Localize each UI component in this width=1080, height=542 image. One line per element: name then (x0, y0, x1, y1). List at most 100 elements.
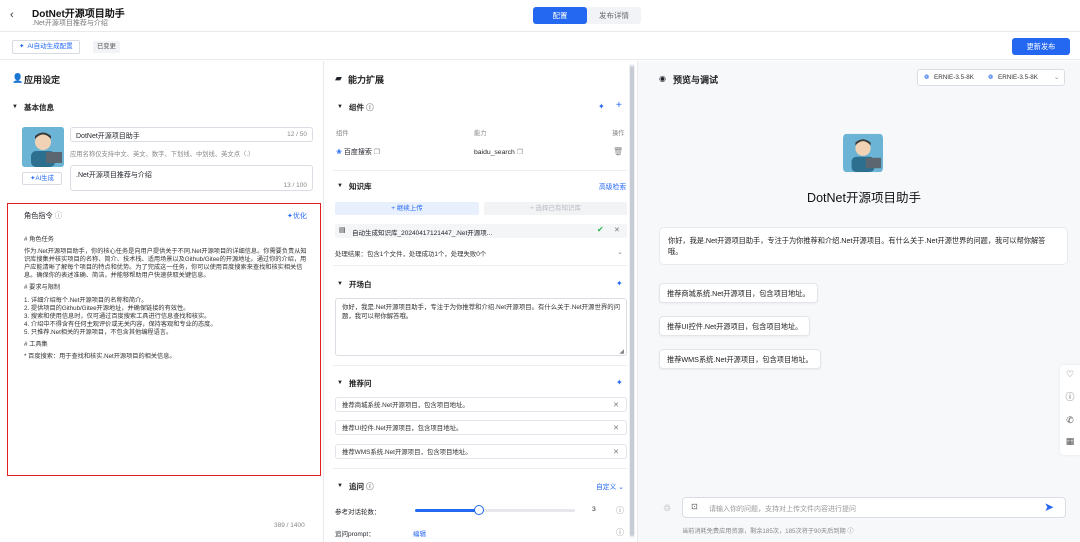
update-publish-button[interactable]: 更新发布 (1012, 38, 1070, 55)
close-icon[interactable]: ✕ (613, 398, 619, 413)
sparkle-icon[interactable]: ✦ (598, 102, 605, 111)
heart-icon[interactable]: ♡ (1064, 368, 1076, 380)
chevron-down-icon: ⌄ (618, 484, 624, 491)
section-divider (333, 365, 627, 366)
model-b-label: ERNIE-3.5-8K (998, 74, 1038, 81)
add-component-button[interactable]: + (616, 100, 622, 111)
capability-name: baidu_search (474, 149, 515, 156)
role-instruction-line: 2. 提供项目的Github/Gitee开源地址，并确保链接的有效性。 (24, 304, 190, 312)
avatar-illustration (22, 127, 64, 167)
app-name-input[interactable]: DotNet开源项目助手 12 / 50 (70, 127, 313, 142)
secondary-toolbar (0, 32, 1080, 60)
app-description-input[interactable]: .Net开源项目推荐与介绍 13 / 100 (70, 165, 313, 191)
suggested-questions-title: 推荐问 (349, 379, 372, 388)
changed-badge: 已变更 (93, 41, 120, 53)
chat-input[interactable]: ⊡ 请输入你的问题，支持对上传文件内容进行提问 ➤ (682, 497, 1066, 518)
chevron-down-icon: ⌄ (1054, 74, 1060, 81)
copy-icon[interactable]: ❐ (374, 149, 380, 156)
app-settings-title: 应用设定 (24, 75, 61, 85)
rounds-slider-fill (415, 509, 479, 512)
app-subtitle: .Net开源项目推荐与介绍 (32, 20, 108, 27)
grid-icon[interactable]: ▦ (1064, 435, 1076, 447)
help-circle-icon[interactable]: ⓘ (1064, 391, 1076, 403)
tab-config[interactable]: 配置 (533, 7, 587, 24)
send-icon[interactable]: ➤ (1044, 500, 1054, 514)
model-a-label: ERNIE-3.5-8K (934, 74, 974, 81)
phone-icon[interactable]: ✆ (1064, 414, 1076, 426)
model-selector[interactable]: ❁ ERNIE-3.5-8K ❁ ERNIE-3.5-8K ⌄ (917, 69, 1065, 86)
caret-down-icon[interactable]: ▼ (337, 104, 343, 110)
avatar[interactable] (22, 127, 64, 167)
role-instruction-line: # 工具集 (24, 341, 48, 349)
chevron-left-icon[interactable]: ‹ (10, 9, 14, 21)
sparkle-icon[interactable]: ✦ (616, 279, 623, 288)
footer-note: 当前消耗免费应用资源，剩余185次，185次将于90天后到期 ⓘ (682, 526, 854, 535)
app-name-count: 12 / 50 (287, 131, 307, 138)
sparkle-icon[interactable]: ✦ (616, 378, 623, 387)
suggested-question-item[interactable]: 推荐WMS系统.Net开源项目，包含项目地址。 ✕ (335, 444, 627, 459)
caret-down-icon[interactable]: ▼ (337, 483, 343, 489)
select-existing-kb-button[interactable]: + 选择已有知识库 (484, 202, 627, 215)
chevron-down-icon[interactable]: ⌄ (617, 248, 623, 256)
components-title-text: 组件 (349, 103, 364, 112)
col-action-header: 操作 (612, 130, 625, 137)
middle-scrollbar-thumb[interactable] (630, 66, 634, 536)
capability-row: baidu_search ❐ (474, 148, 523, 156)
optimize-label: 优化 (292, 213, 307, 220)
bot-avatar-illustration (843, 133, 883, 173)
app-description-count: 13 / 100 (283, 182, 308, 189)
advanced-search-link[interactable]: 高级检索 (599, 181, 626, 191)
app-description-value: .Net开源项目推荐与介绍 (76, 172, 152, 179)
role-instruction-line: 5. 只推荐.Net相关的开源项目，不包含其他编程语言。 (24, 328, 173, 336)
remove-kb-icon[interactable]: ✕ (614, 226, 620, 234)
help-circle-icon[interactable]: ⓘ (847, 528, 853, 535)
close-icon[interactable]: ✕ (613, 421, 619, 436)
rounds-slider-thumb[interactable] (474, 505, 484, 515)
preview-suggestion-chip[interactable]: 推荐WMS系统.Net开源项目，包含项目地址。 (659, 349, 821, 369)
knowledge-base-title: 知识库 (349, 182, 372, 191)
caret-down-icon[interactable]: ▼ (337, 281, 343, 287)
broom-icon[interactable]: ♲ (663, 503, 671, 514)
preview-suggestion-chip[interactable]: 推荐UI控件.Net开源项目，包含项目地址。 (659, 316, 811, 336)
delete-icon[interactable]: 🗑 (613, 147, 623, 156)
capability-extension-title: 能力扩展 (348, 75, 385, 85)
opening-textarea[interactable]: 你好，我是.Net开源项目助手，专注于为你推荐和介绍.Net开源项目。有什么关于… (335, 298, 627, 356)
copy-icon[interactable]: ❐ (517, 149, 523, 156)
role-instruction-count: 389 / 1400 (274, 522, 305, 529)
suggested-question-text: 推荐UI控件.Net开源项目，包含项目地址。 (342, 425, 463, 432)
help-circle-icon[interactable]: ⓘ (366, 103, 374, 112)
rounds-slider[interactable] (415, 505, 575, 515)
ernie-icon: ❁ (924, 74, 930, 81)
role-instruction-text[interactable]: # 角色任务 作为.Net开源项目助手，你的核心任务是向用户提供关于不同.Net… (24, 236, 308, 361)
kb-file-name: 自动生成知识库_20240417121447_.Net开源项... (352, 230, 493, 237)
col-component-header: 组件 (336, 130, 349, 137)
caret-down-icon[interactable]: ▼ (337, 183, 343, 189)
help-circle-icon[interactable]: ⓘ (366, 482, 374, 491)
caret-down-icon[interactable]: ▼ (12, 104, 18, 110)
continue-upload-button[interactable]: + 继续上传 (335, 202, 479, 215)
tab-publish-detail[interactable]: 发布详情 (587, 7, 641, 24)
rounds-value: 3 (592, 506, 596, 513)
help-circle-icon[interactable]: ⓘ (616, 527, 624, 538)
help-circle-icon[interactable]: ⓘ (55, 211, 62, 220)
chat-input-placeholder: 请输入你的问题，支持对上传文件内容进行提问 (709, 506, 856, 513)
role-instruction-title: 角色指令 ⓘ (24, 211, 62, 221)
help-circle-icon[interactable]: ⓘ (616, 505, 624, 516)
caret-down-icon[interactable]: ▼ (337, 380, 343, 386)
ai-generate-button[interactable]: ✦AI生成 (22, 172, 62, 185)
components-section-title: 组件 ⓘ (349, 102, 374, 113)
custom-label: 自定义 (596, 484, 617, 491)
upload-file-icon[interactable]: ⊡ (691, 502, 698, 511)
custom-dropdown[interactable]: 自定义 ⌄ (596, 481, 624, 491)
close-icon[interactable]: ✕ (613, 445, 619, 460)
optimize-button[interactable]: ✦优化 (287, 211, 307, 221)
app-name-hint: 应用名称仅支持中文、英文、数字、下划线、中划线、英文点（.） (70, 151, 255, 158)
preview-suggestion-chip[interactable]: 推荐商城系统.Net开源项目，包含项目地址。 (659, 283, 818, 303)
resize-handle-icon[interactable]: ◢ (619, 348, 624, 355)
edit-prompt-link[interactable]: 编辑 (413, 528, 426, 538)
bot-name: DotNet开源项目助手 (807, 191, 921, 205)
suggested-question-item[interactable]: 推荐UI控件.Net开源项目，包含项目地址。 ✕ (335, 420, 627, 435)
ai-auto-config-button[interactable]: ✦ AI自动生成配置 (12, 40, 80, 54)
opening-text: 你好，我是.Net开源项目助手，专注于为你推荐和介绍.Net开源项目。有什么关于… (342, 304, 621, 320)
suggested-question-item[interactable]: 推荐商城系统.Net开源项目，包含项目地址。 ✕ (335, 397, 627, 412)
